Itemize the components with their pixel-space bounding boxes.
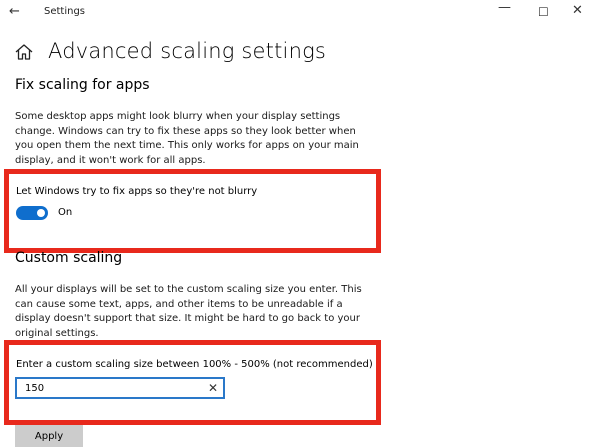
title-bar: ← Settings — ☐ ✕ <box>0 0 592 26</box>
apply-button[interactable]: Apply <box>15 425 83 447</box>
fix-scaling-heading: Fix scaling for apps <box>15 77 150 93</box>
page-title: Advanced scaling settings <box>48 39 327 63</box>
back-arrow-icon[interactable]: ← <box>9 4 20 19</box>
custom-scaling-heading: Custom scaling <box>15 250 123 266</box>
custom-scaling-description: All your displays will be set to the cus… <box>15 284 362 339</box>
home-icon[interactable] <box>14 42 34 62</box>
window-title: Settings <box>44 6 86 17</box>
custom-scaling-input-label: Enter a custom scaling size between 100%… <box>16 359 373 370</box>
fix-scaling-description: Some desktop apps might look blurry when… <box>15 111 359 166</box>
toggle-knob <box>37 209 45 217</box>
toggle-state-text: On <box>58 207 73 218</box>
fix-apps-toggle-label: Let Windows try to fix apps so they're n… <box>16 186 258 197</box>
close-icon[interactable]: ✕ <box>572 3 583 18</box>
clear-input-icon[interactable]: ✕ <box>208 381 218 395</box>
minimize-icon[interactable]: — <box>498 0 511 15</box>
maximize-icon[interactable]: ☐ <box>538 5 549 19</box>
fix-apps-toggle[interactable] <box>16 206 48 220</box>
custom-scaling-input[interactable] <box>15 377 225 399</box>
